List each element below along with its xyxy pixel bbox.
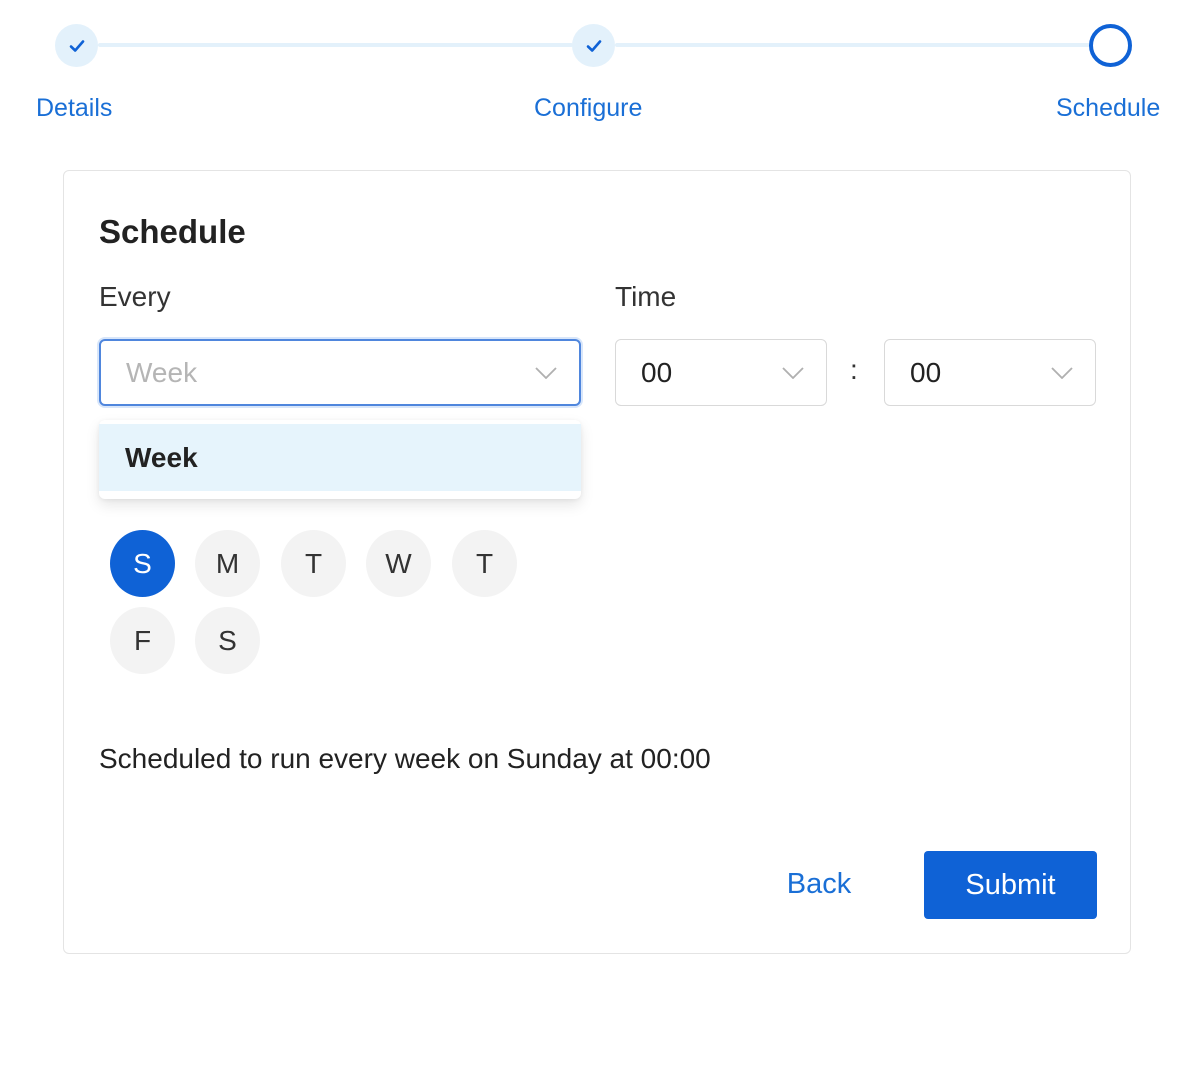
every-select-value: Week [126,356,198,388]
day-thursday[interactable]: T [452,530,517,597]
dropdown-option-week[interactable]: Week [99,424,581,491]
day-friday[interactable]: F [110,607,175,674]
submit-button[interactable]: Submit [924,851,1097,919]
day-tuesday[interactable]: T [281,530,346,597]
schedule-card: Schedule Every Time Week 00 : 00 Week S [63,170,1131,954]
every-select[interactable]: Week [99,339,581,406]
every-dropdown-menu: Week [99,420,581,499]
step-schedule-indicator [1089,24,1132,67]
day-monday[interactable]: M [195,530,260,597]
chevron-down-icon [535,366,557,379]
schedule-summary: Scheduled to run every week on Sunday at… [99,743,711,774]
time-separator: : [850,354,858,385]
minute-select[interactable]: 00 [884,339,1096,406]
step-label-configure[interactable]: Configure [534,94,642,123]
back-button[interactable]: Back [769,851,869,918]
chevron-down-icon [782,366,804,379]
minute-select-value: 00 [910,356,942,388]
step-label-details[interactable]: Details [36,94,112,123]
step-label-schedule: Schedule [1056,94,1161,122]
time-label: Time [615,281,677,312]
hour-select[interactable]: 00 [615,339,827,406]
step-connector-1 [98,43,573,47]
hour-select-value: 00 [641,356,673,388]
stepper: Details Configure Schedule [0,0,1200,140]
check-icon [586,39,601,52]
card-title: Schedule [99,213,246,250]
page: Details Configure Schedule Schedule Ever… [0,0,1200,1080]
day-saturday[interactable]: S [195,607,260,674]
day-wednesday[interactable]: W [366,530,431,597]
step-configure-indicator[interactable] [572,24,615,67]
every-label: Every [99,281,171,312]
chevron-down-icon [1051,366,1073,379]
step-connector-2 [615,43,1090,47]
day-sunday[interactable]: S [110,530,175,597]
step-details-indicator[interactable] [55,24,98,67]
check-icon [69,39,84,52]
